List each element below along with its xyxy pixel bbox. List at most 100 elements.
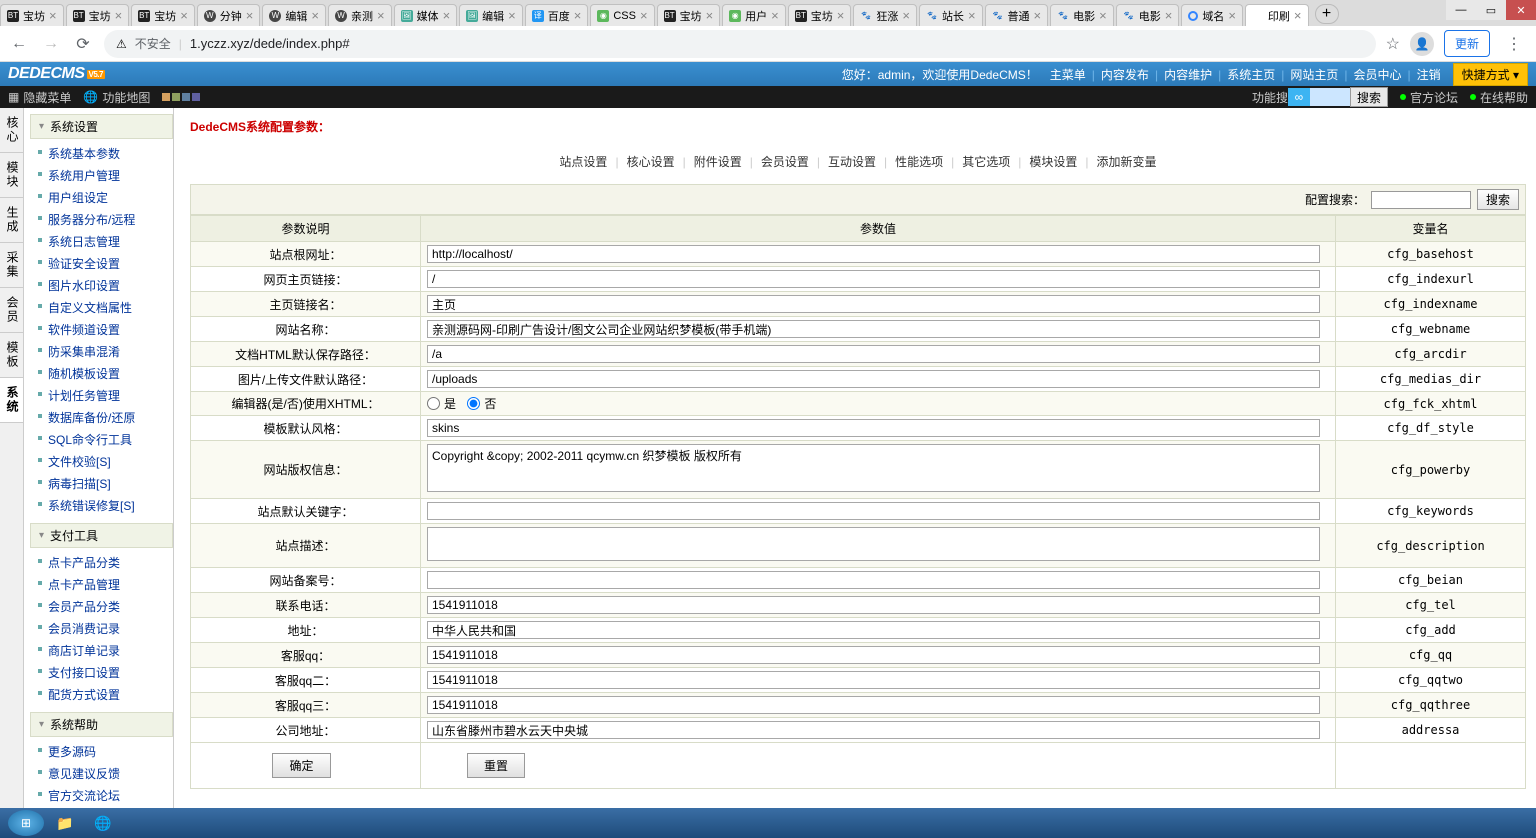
browser-tab[interactable]: 🐾站长× [919,4,983,26]
tab-close-icon[interactable]: × [1228,8,1236,23]
profile-icon[interactable]: 👤 [1410,32,1434,56]
browser-tab[interactable]: W亲测× [328,4,392,26]
tab-close-icon[interactable]: × [1294,8,1302,23]
subnav-link[interactable]: 其它选项 [960,155,1012,169]
browser-tab[interactable]: W分钟× [197,4,261,26]
config-text-input[interactable] [427,345,1320,363]
subnav-link[interactable]: 附件设置 [692,155,744,169]
menu-item[interactable]: 系统日志管理 [36,231,173,253]
submit-button[interactable]: 确定 [272,753,330,778]
config-text-input[interactable] [427,295,1320,313]
menu-item[interactable]: 图片水印设置 [36,275,173,297]
browser-tab[interactable]: W编辑× [262,4,326,26]
menu-item[interactable]: 软件频道设置 [36,319,173,341]
menu-item[interactable]: 点卡产品管理 [36,574,173,596]
tab-close-icon[interactable]: × [902,8,910,23]
menu-item[interactable]: 防采集串混淆 [36,341,173,363]
browser-tab[interactable]: 🖼媒体× [394,4,458,26]
subnav-link[interactable]: 互动设置 [826,155,878,169]
browser-tab[interactable]: BT宝坊× [788,4,852,26]
taskbar-app-icon[interactable]: 📁 [48,811,82,835]
side-tab[interactable]: 采集 [0,243,23,288]
menu-item[interactable]: 更多源码 [36,741,173,763]
quick-action-button[interactable]: 快捷方式 ▾ [1453,63,1528,86]
config-text-input[interactable] [427,320,1320,338]
subnav-link[interactable]: 会员设置 [759,155,811,169]
tab-close-icon[interactable]: × [311,8,319,23]
top-nav-link[interactable]: 内容发布 [1095,68,1155,82]
tab-close-icon[interactable]: × [837,8,845,23]
tab-close-icon[interactable]: × [1034,8,1042,23]
url-field[interactable]: ⚠ 不安全 | 1.yczz.xyz/dede/index.php# [104,30,1376,58]
tab-close-icon[interactable]: × [706,8,714,23]
browser-tab[interactable]: BT宝坊× [0,4,64,26]
menu-group-header[interactable]: ▾系统帮助 [30,712,173,737]
side-tab[interactable]: 系统 [0,378,23,423]
hide-menu-button[interactable]: ▦ 隐藏菜单 [8,89,71,106]
sitemap-button[interactable]: 🌐 功能地图 [83,89,150,106]
tab-close-icon[interactable]: × [443,8,451,23]
tab-close-icon[interactable]: × [115,8,123,23]
browser-tab[interactable]: BT宝坊× [131,4,195,26]
browser-tab[interactable]: ◉用户× [722,4,786,26]
nav-back[interactable]: ← [8,33,30,55]
browser-tab[interactable]: 印刷× [1245,4,1309,26]
menu-item[interactable]: 计划任务管理 [36,385,173,407]
radio-no[interactable] [467,397,480,410]
config-text-input[interactable] [427,502,1320,520]
menu-item[interactable]: 配货方式设置 [36,684,173,706]
reset-button[interactable]: 重置 [467,753,525,778]
menu-item[interactable]: 意见建议反馈 [36,763,173,785]
config-text-input[interactable] [427,571,1320,589]
subnav-link[interactable]: 性能选项 [893,155,945,169]
bookmark-star-icon[interactable]: ☆ [1386,34,1400,54]
config-text-input[interactable] [427,696,1320,714]
browser-tab[interactable]: 🐾电影× [1050,4,1114,26]
config-text-input[interactable] [427,370,1320,388]
side-tab[interactable]: 核心 [0,108,23,153]
official-forum-link[interactable]: 官方论坛 [1400,89,1458,106]
top-nav-link[interactable]: 注销 [1411,68,1447,82]
online-help-link[interactable]: 在线帮助 [1470,89,1528,106]
menu-item[interactable]: 支付接口设置 [36,662,173,684]
menu-group-header[interactable]: ▾支付工具 [30,523,173,548]
radio-yes[interactable] [427,397,440,410]
subnav-link[interactable]: 核心设置 [625,155,677,169]
config-textarea[interactable] [427,444,1320,492]
tab-close-icon[interactable]: × [968,8,976,23]
config-text-input[interactable] [427,721,1320,739]
side-tab[interactable]: 模板 [0,333,23,378]
config-text-input[interactable] [427,646,1320,664]
browser-tab[interactable]: 译百度× [525,4,589,26]
tab-close-icon[interactable]: × [377,8,385,23]
tab-close-icon[interactable]: × [1099,8,1107,23]
subnav-link[interactable]: 添加新变量 [1095,155,1159,169]
config-text-input[interactable] [427,671,1320,689]
side-tab[interactable]: 生成 [0,198,23,243]
menu-item[interactable]: 病毒扫描[S] [36,473,173,495]
menu-item[interactable]: 系统错误修复[S] [36,495,173,517]
subnav-link[interactable]: 站点设置 [557,155,609,169]
menu-item[interactable]: SQL命令行工具 [36,429,173,451]
window-maximize[interactable]: ▭ [1476,0,1506,20]
menu-group-header[interactable]: ▾系统设置 [30,114,173,139]
menu-item[interactable]: 会员产品分类 [36,596,173,618]
top-nav-link[interactable]: 网站主页 [1284,68,1344,82]
menu-item[interactable]: 点卡产品分类 [36,552,173,574]
start-button[interactable]: ⊞ [8,810,44,836]
menu-item[interactable]: 系统基本参数 [36,143,173,165]
tab-close-icon[interactable]: × [1165,8,1173,23]
config-text-input[interactable] [427,245,1320,263]
top-nav-link[interactable]: 主菜单 [1044,68,1092,82]
menu-item[interactable]: 验证安全设置 [36,253,173,275]
theme-color-picker[interactable] [162,93,200,101]
menu-item[interactable]: 官方交流论坛 [36,785,173,807]
browser-tab[interactable]: BT宝坊× [66,4,130,26]
new-tab-button[interactable]: + [1315,4,1339,24]
side-tab[interactable]: 会员 [0,288,23,333]
config-search-button[interactable]: 搜索 [1477,189,1519,210]
menu-item[interactable]: 会员消费记录 [36,618,173,640]
browser-tab[interactable]: 🐾狂涨× [853,4,917,26]
tab-close-icon[interactable]: × [508,8,516,23]
browser-tab[interactable]: 🐾电影× [1116,4,1180,26]
